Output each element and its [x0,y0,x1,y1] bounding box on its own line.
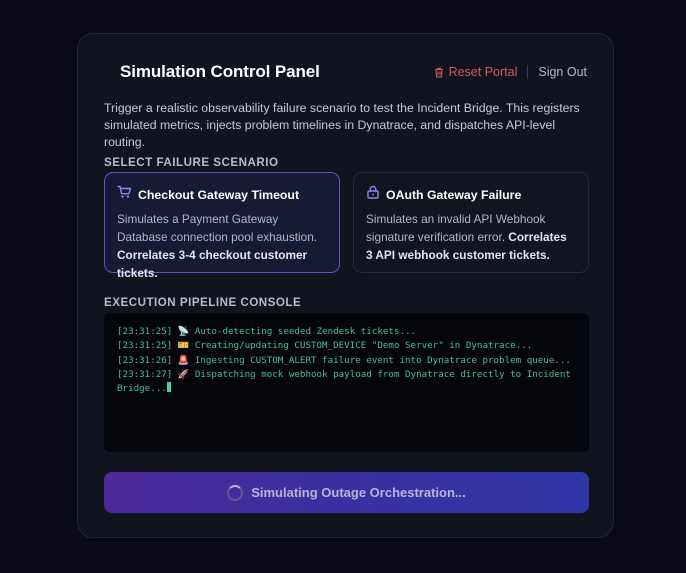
log-line: [23:31:27] 🚀 Dispatching mock webhook pa… [117,368,577,395]
header-actions: Reset Portal Sign Out [434,65,587,79]
scenario-card-checkout[interactable]: Checkout Gateway Timeout Simulates a Pay… [104,172,340,280]
console-cursor [166,382,171,393]
trash-icon [434,67,444,78]
log-line: [23:31:25] 🎫 Creating/updating CUSTOM_DE… [117,340,533,352]
spinner-icon [227,484,244,501]
page-title: Simulation Control Panel [120,62,320,81]
lock-icon [366,185,380,204]
scenario-card-oauth[interactable]: OAuth Gateway Failure Simulates an inval… [353,172,589,273]
reset-portal-button[interactable]: Reset Portal [434,65,518,79]
log-line: [23:31:25] 📡 Auto-detecting seeded Zende… [117,326,417,337]
log-line: [23:31:26] 🚨 Ingesting CUSTOM_ALERT fail… [117,354,571,366]
panel-description: Trigger a realistic observability failur… [104,101,580,149]
header-divider [527,65,529,79]
execution-console: [23:31:25] 📡 Auto-detecting seeded Zende… [104,313,589,452]
simulate-outage-label: Simulating Outage Orchestration... [251,485,466,500]
scenario-section-label: SELECT FAILURE SCENARIO [104,156,279,169]
cart-icon [117,185,132,204]
scenario-title: Checkout Gateway Timeout [138,187,300,202]
simulate-outage-button[interactable]: Simulating Outage Orchestration... [104,472,589,513]
reset-portal-label: Reset Portal [448,65,518,79]
scenario-description: Simulates a Payment Gateway Database con… [117,212,318,280]
panel-header: Simulation Control Panel Reset Portal Si… [120,60,587,84]
simulation-panel: Simulation Control Panel Reset Portal Si… [77,33,614,538]
console-section-label: EXECUTION PIPELINE CONSOLE [104,296,302,309]
scenario-title: OAuth Gateway Failure [386,187,522,202]
scenario-correlation: Correlates 3-4 checkout customer tickets… [117,248,308,280]
sign-out-link[interactable]: Sign Out [538,65,587,79]
scenario-description: Simulates an invalid API Webhook signatu… [366,212,567,262]
